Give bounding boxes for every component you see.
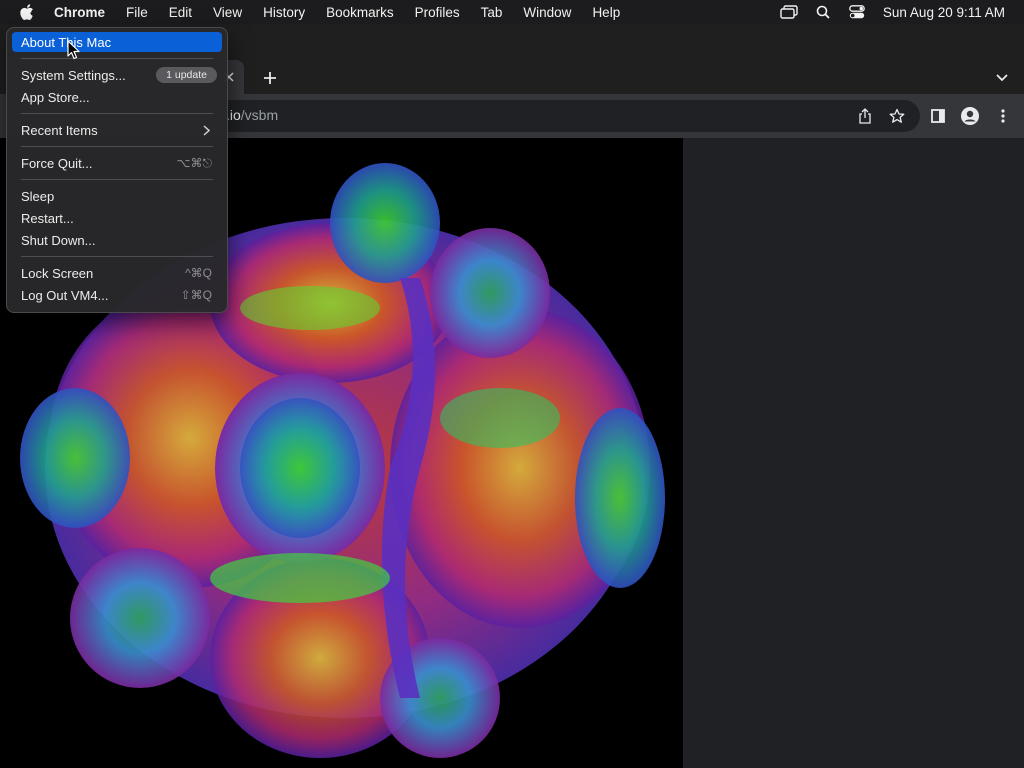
address-bar-url[interactable]: .io/vsbm: [226, 107, 278, 123]
menu-item-label: System Settings...: [21, 67, 126, 83]
menu-view[interactable]: View: [213, 5, 242, 20]
menu-app-name[interactable]: Chrome: [54, 5, 105, 20]
menu-profiles[interactable]: Profiles: [415, 5, 460, 20]
share-icon[interactable]: [855, 106, 875, 126]
menu-item-force-quit[interactable]: Force Quit... ⌥⌘⎋: [12, 153, 222, 173]
menu-tab[interactable]: Tab: [481, 5, 503, 20]
side-panel-icon[interactable]: [927, 105, 949, 127]
menu-item-about-this-mac[interactable]: About This Mac: [12, 32, 222, 52]
menubar-clock[interactable]: Sun Aug 20 9:11 AM: [883, 5, 1005, 20]
tab-search-chevron-icon[interactable]: [992, 68, 1012, 88]
menu-help[interactable]: Help: [592, 5, 620, 20]
menu-edit[interactable]: Edit: [169, 5, 192, 20]
menu-item-label: App Store...: [21, 89, 90, 105]
menu-item-label: Lock Screen: [21, 265, 94, 281]
control-center-icon[interactable]: [847, 3, 867, 21]
menu-item-restart[interactable]: Restart...: [12, 208, 222, 228]
menu-item-label: Restart...: [21, 210, 74, 226]
menu-item-label: Log Out VM4...: [21, 287, 109, 303]
menu-item-system-settings[interactable]: System Settings... 1 update: [12, 65, 222, 85]
menu-separator: [21, 146, 213, 147]
address-bar[interactable]: .io/vsbm: [140, 100, 920, 132]
menu-item-recent-items[interactable]: Recent Items: [12, 120, 222, 140]
page-blank-area: [683, 138, 1024, 768]
menu-item-log-out[interactable]: Log Out VM4... ⇧⌘Q: [12, 285, 222, 305]
bookmark-star-icon[interactable]: [887, 106, 907, 126]
keyboard-shortcut: ^⌘Q: [185, 266, 212, 280]
menu-history[interactable]: History: [263, 5, 305, 20]
menu-item-shut-down[interactable]: Shut Down...: [12, 230, 222, 250]
menu-item-label: Force Quit...: [21, 155, 93, 171]
keyboard-shortcut: ⇧⌘Q: [180, 288, 212, 302]
new-tab-icon[interactable]: [259, 67, 281, 89]
menu-bar: Chrome File Edit View History Bookmarks …: [0, 0, 1024, 24]
menu-item-sleep[interactable]: Sleep: [12, 186, 222, 206]
url-path: /vsbm: [240, 107, 279, 123]
mouse-cursor-icon: [67, 40, 80, 60]
menu-separator: [21, 58, 213, 59]
profile-avatar-icon[interactable]: [959, 105, 981, 127]
menu-item-label: Sleep: [21, 188, 55, 204]
menu-bookmarks[interactable]: Bookmarks: [326, 5, 394, 20]
keyboard-shortcut: ⌥⌘⎋: [176, 155, 212, 170]
menu-item-app-store[interactable]: App Store...: [12, 87, 222, 107]
screen-mirroring-icon[interactable]: [779, 3, 799, 21]
chrome-menu-icon[interactable]: [992, 105, 1014, 127]
search-icon[interactable]: [813, 3, 833, 21]
menu-item-label: Recent Items: [21, 122, 98, 138]
menu-item-lock-screen[interactable]: Lock Screen ^⌘Q: [12, 263, 222, 283]
menu-separator: [21, 256, 213, 257]
menu-separator: [21, 179, 213, 180]
apple-menu: About This Mac System Settings... 1 upda…: [6, 27, 228, 313]
menu-separator: [21, 113, 213, 114]
menu-window[interactable]: Window: [523, 5, 571, 20]
update-badge: 1 update: [156, 67, 217, 83]
menu-item-label: Shut Down...: [21, 232, 96, 248]
menu-file[interactable]: File: [126, 5, 148, 20]
url-domain: .io: [226, 107, 241, 123]
chevron-right-icon: [200, 123, 212, 137]
apple-logo-icon[interactable]: [18, 3, 36, 21]
